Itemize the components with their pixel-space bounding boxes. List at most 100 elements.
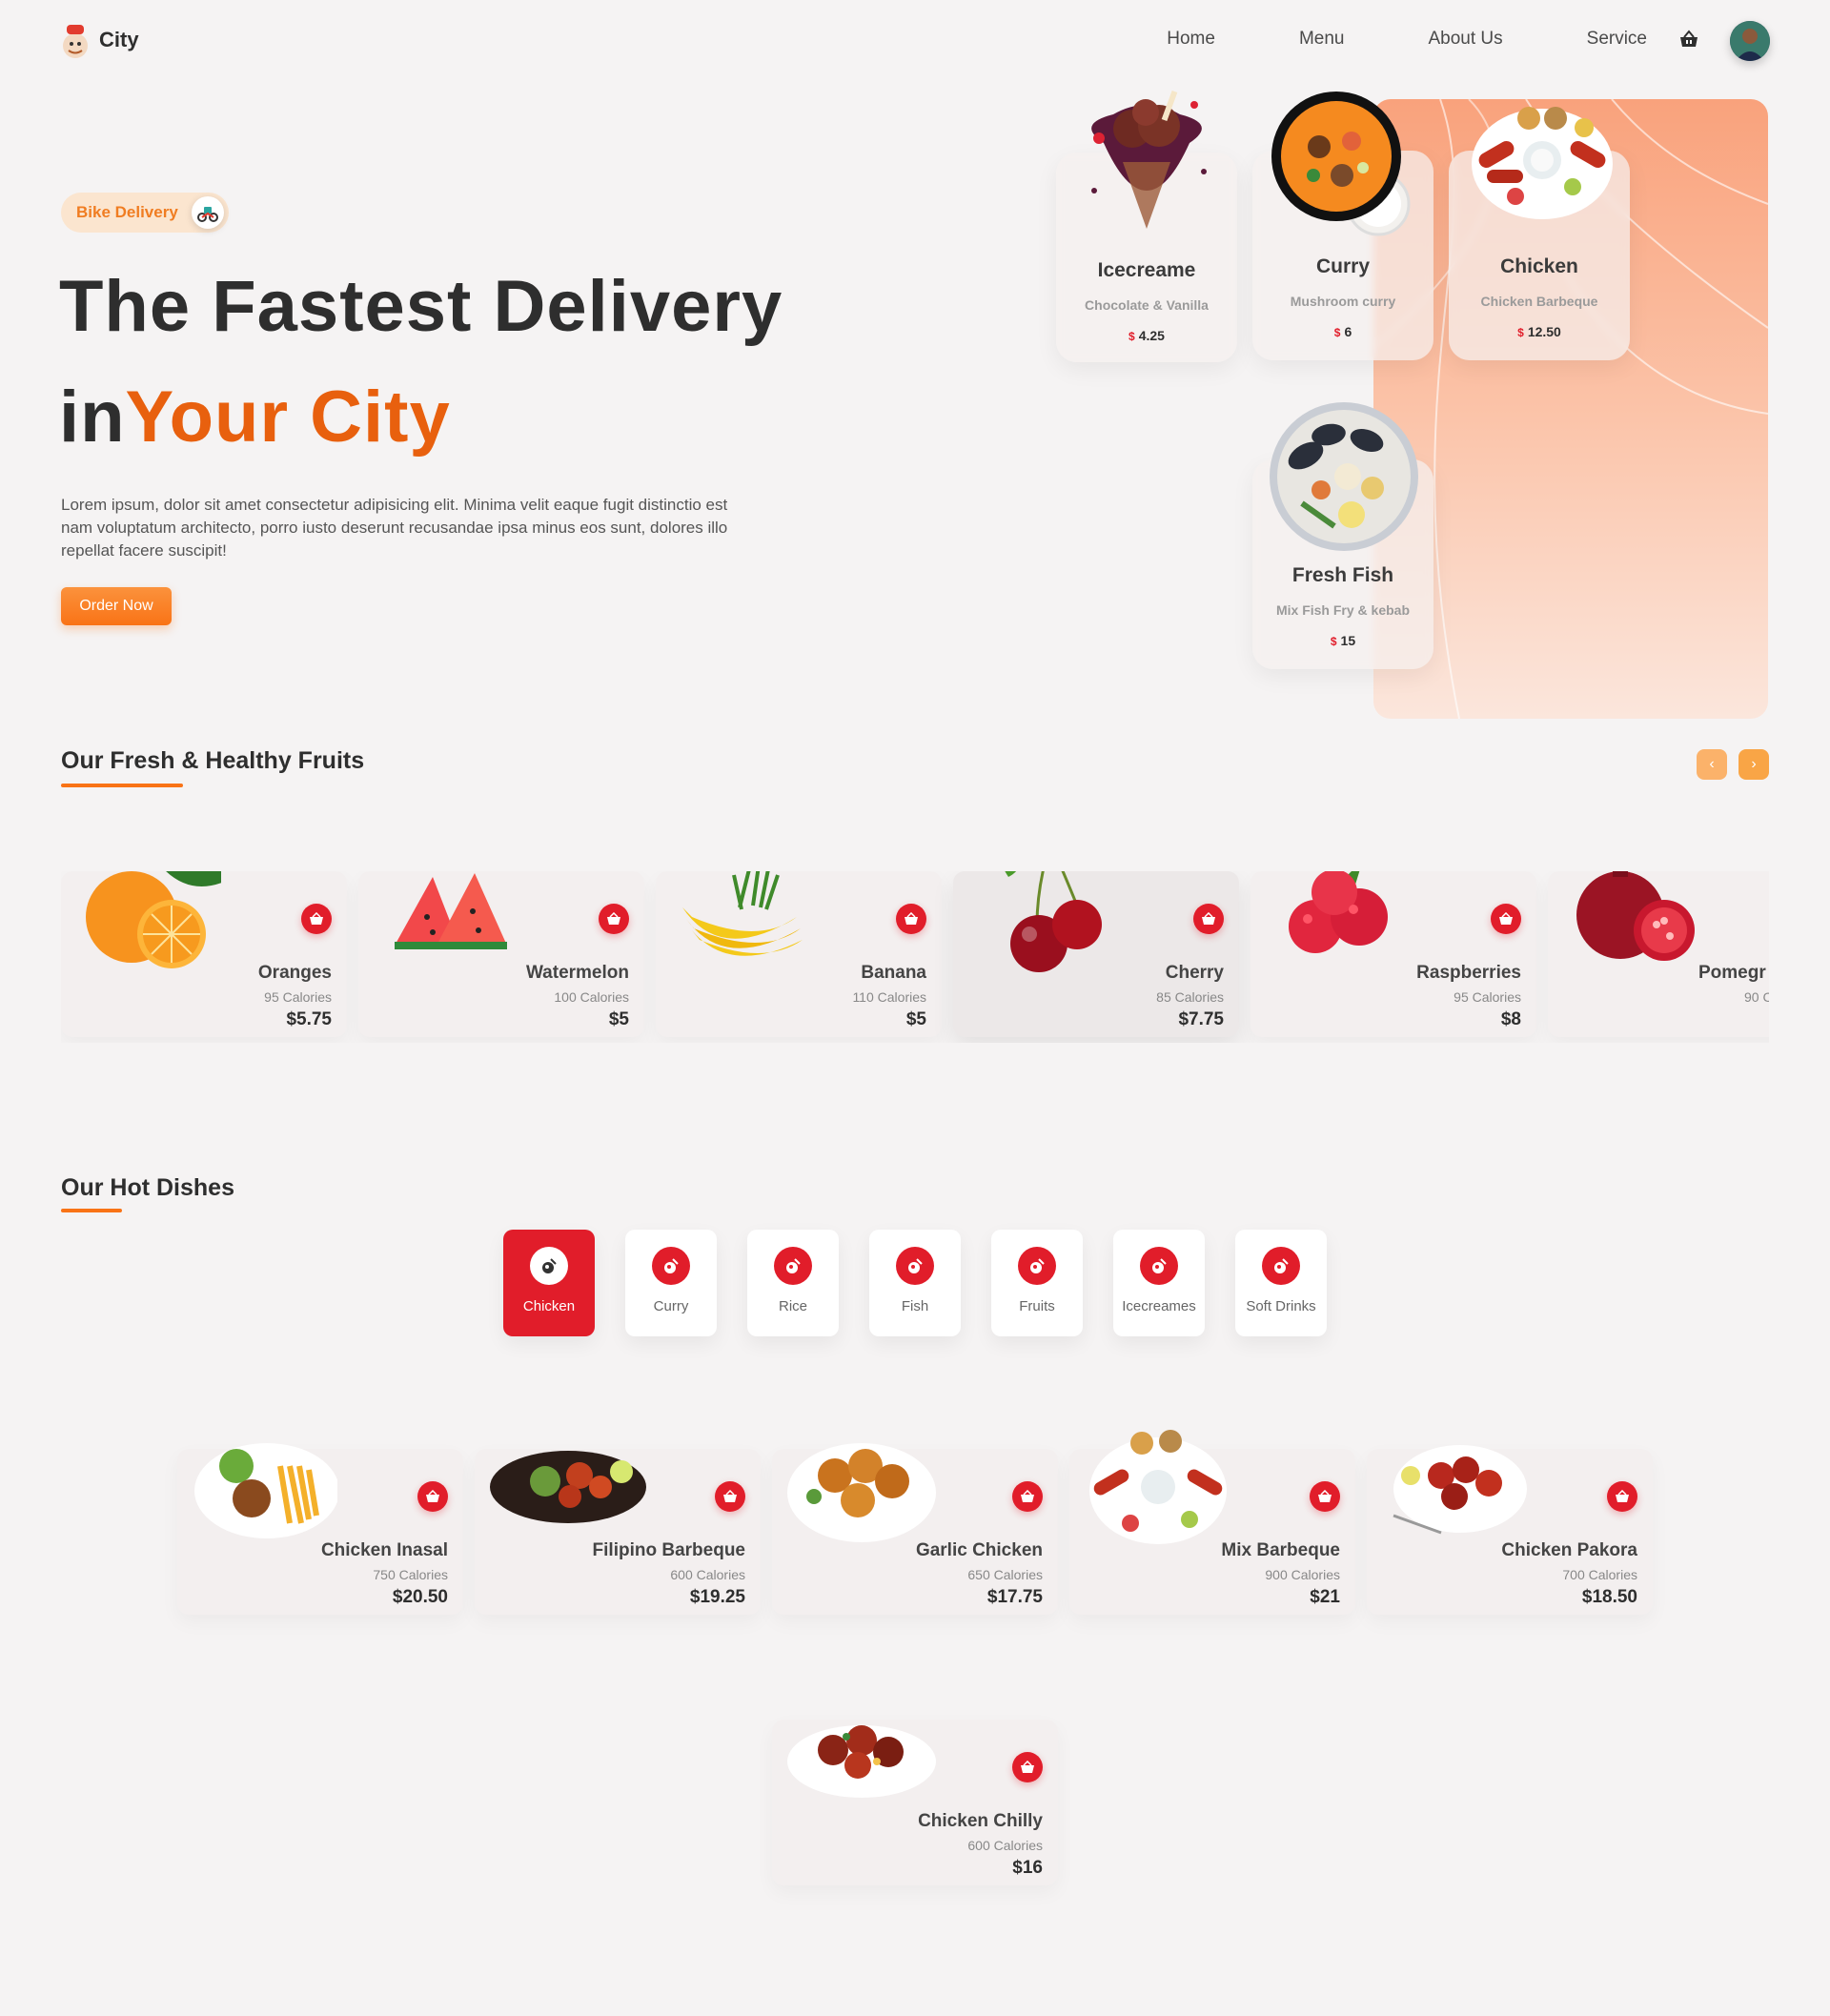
main-nav: Home Menu About Us Service: [1167, 29, 1647, 50]
fruits-carousel: Oranges 95 Calories $5.75 Watermelon 100…: [61, 871, 1769, 1043]
garlic-chicken-image: [785, 1428, 938, 1552]
dish-calories: 900 Calories: [1265, 1567, 1340, 1582]
dish-name: Chicken Pakora: [1501, 1540, 1637, 1560]
fruit-card-oranges[interactable]: Oranges 95 Calories $5.75: [61, 871, 347, 1037]
hero-card-price: $6: [1333, 324, 1352, 339]
dish-card-mix-barbeque[interactable]: Mix Barbeque 900 Calories $21: [1069, 1430, 1355, 1615]
fruit-price: $5: [608, 1009, 629, 1029]
delivery-bike-icon: [191, 196, 224, 229]
category-tab-fruits[interactable]: Fruits: [991, 1230, 1083, 1336]
fruit-card-watermelon[interactable]: Watermelon 100 Calories $5: [358, 871, 644, 1037]
chicken-pakora-image: [1384, 1428, 1527, 1552]
hero-card-price: $12.50: [1517, 324, 1561, 339]
hero-card-desc: Chocolate & Vanilla: [1085, 297, 1209, 313]
fruit-card-cherry[interactable]: Cherry 85 Calories $7.75: [953, 871, 1239, 1037]
add-to-cart-button[interactable]: [715, 1481, 745, 1512]
fruit-price: $5: [905, 1009, 926, 1029]
fruit-name: Cherry: [1165, 963, 1224, 983]
fruits-title-underline: [61, 784, 183, 787]
category-tab-soft-drinks[interactable]: Soft Drinks: [1235, 1230, 1327, 1336]
add-to-cart-button[interactable]: [896, 904, 926, 934]
add-to-cart-button[interactable]: [1193, 904, 1224, 934]
add-to-cart-button[interactable]: [599, 904, 629, 934]
dish-price: $19.25: [689, 1587, 745, 1607]
dish-name: Chicken Chilly: [918, 1811, 1043, 1831]
fruit-card-raspberries[interactable]: Raspberries 95 Calories $8: [1250, 871, 1536, 1037]
raspberries-image: [1268, 871, 1411, 974]
fruit-card-banana[interactable]: Banana 110 Calories $5: [656, 871, 942, 1037]
top-header: City Home Menu About Us Service: [0, 0, 1830, 84]
hero-title-accent: Your City: [125, 377, 451, 458]
dish-card-chicken-pakora[interactable]: Chicken Pakora 700 Calories $18.50: [1367, 1445, 1653, 1615]
category-label: Rice: [778, 1298, 807, 1314]
add-to-cart-button[interactable]: [1012, 1481, 1043, 1512]
dish-calories: 750 Calories: [373, 1567, 448, 1582]
pomegranate-image: [1565, 871, 1708, 974]
filipino-barbeque-image: [488, 1428, 650, 1552]
dish-card-chicken-chilly[interactable]: Chicken Chilly 600 Calories $16: [772, 1720, 1058, 1885]
fruit-card-pomegranate[interactable]: Pomegr 90 C: [1548, 871, 1769, 1037]
shopping-basket-icon[interactable]: [1678, 29, 1700, 51]
dish-calories: 600 Calories: [670, 1567, 745, 1582]
hero-card-name: Fresh Fish: [1291, 564, 1394, 586]
dish-card-garlic-chicken[interactable]: Garlic Chicken 650 Calories $17.75: [772, 1443, 1058, 1615]
dish-price: $20.50: [392, 1587, 448, 1607]
dish-name: Chicken Inasal: [320, 1540, 448, 1560]
dish-calories: 650 Calories: [967, 1567, 1043, 1582]
dish-name: Mix Barbeque: [1221, 1540, 1340, 1560]
soft-drinks-category-icon: [1262, 1247, 1300, 1285]
nav-about-us[interactable]: About Us: [1428, 29, 1502, 50]
hero-card-desc: Mix Fish Fry & kebab: [1275, 602, 1411, 618]
add-to-cart-button[interactable]: [1012, 1752, 1043, 1782]
hero-card-desc: Mushroom curry: [1290, 294, 1396, 309]
dish-price: $18.50: [1581, 1587, 1637, 1607]
fruit-price: $7.75: [1178, 1009, 1224, 1029]
dish-card-filipino-barbeque[interactable]: Filipino Barbeque 600 Calories $19.25: [475, 1449, 761, 1615]
add-to-cart-button[interactable]: [417, 1481, 448, 1512]
hero-description: Lorem ipsum, dolor sit amet consectetur …: [61, 496, 728, 560]
nav-service[interactable]: Service: [1587, 29, 1647, 50]
fruit-name: Raspberries: [1416, 963, 1521, 983]
chicken-chilly-image: [785, 1699, 938, 1823]
fruit-calories: 110 Calories: [852, 989, 926, 1005]
icecream-image: [1075, 86, 1218, 243]
fruits-category-icon: [1018, 1247, 1056, 1285]
brand-logo[interactable]: City: [59, 21, 139, 59]
category-label: Icecreames: [1122, 1298, 1196, 1314]
category-tab-chicken[interactable]: Chicken: [503, 1230, 595, 1336]
add-to-cart-button[interactable]: [301, 904, 332, 934]
add-to-cart-button[interactable]: [1607, 1481, 1637, 1512]
fruits-prev-button[interactable]: ‹: [1697, 749, 1727, 780]
hero-title-line2: inYour City: [59, 370, 451, 465]
category-tab-curry[interactable]: Curry: [625, 1230, 717, 1336]
cherry-image: [970, 871, 1113, 982]
icecreames-category-icon: [1140, 1247, 1178, 1285]
nav-home[interactable]: Home: [1167, 29, 1215, 50]
dish-card-chicken-inasal[interactable]: Chicken Inasal 750 Calories $20.50: [177, 1443, 463, 1615]
chicken-category-icon: [530, 1247, 568, 1285]
hero-title-prefix: in: [59, 377, 126, 458]
fish-category-icon: [896, 1247, 934, 1285]
brand-name: City: [99, 28, 139, 51]
fruit-calories: 100 Calories: [554, 989, 629, 1005]
rice-category-icon: [774, 1247, 812, 1285]
badge-label: Bike Delivery: [76, 203, 178, 221]
hero-card-name: Icecreame: [1097, 259, 1196, 281]
fruits-section-title: Our Fresh & Healthy Fruits: [61, 747, 365, 774]
mix-barbeque-image: [1087, 1420, 1230, 1554]
dishes-section-title: Our Hot Dishes: [61, 1174, 234, 1201]
category-tab-rice[interactable]: Rice: [747, 1230, 839, 1336]
category-tab-icecreames[interactable]: Icecreames: [1113, 1230, 1205, 1336]
hero-card-desc: Chicken Barbeque: [1480, 294, 1598, 309]
user-avatar[interactable]: [1730, 21, 1770, 61]
add-to-cart-button[interactable]: [1310, 1481, 1340, 1512]
category-tab-fish[interactable]: Fish: [869, 1230, 961, 1336]
hero-card-name: Chicken: [1500, 255, 1578, 277]
add-to-cart-button[interactable]: [1491, 904, 1521, 934]
order-now-button[interactable]: Order Now: [61, 587, 172, 625]
dish-price: $21: [1310, 1587, 1340, 1607]
nav-menu[interactable]: Menu: [1299, 29, 1345, 50]
hero-card-price: $4.25: [1128, 328, 1165, 343]
fruits-next-button[interactable]: ›: [1738, 749, 1769, 780]
chicken-barbeque-image: [1468, 99, 1616, 223]
